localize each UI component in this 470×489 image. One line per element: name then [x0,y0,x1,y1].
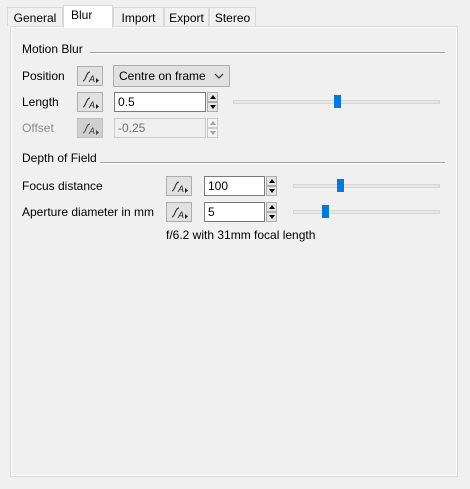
length-spin-up-button[interactable] [207,92,218,102]
svg-text:A: A [88,74,95,84]
length-slider-thumb[interactable] [334,95,341,108]
animation-curve-icon: A [82,123,99,136]
aperture-slider-thumb[interactable] [322,205,329,218]
focus-distance-spin-up-button[interactable] [266,176,277,186]
aperture-spin-up-button[interactable] [266,202,277,212]
tab-general-label: General [13,11,57,25]
offset-spin-down-button [207,128,218,138]
focus-distance-spin-arrows [266,176,277,196]
svg-text:A: A [88,126,95,136]
animation-curve-icon: A [82,71,99,84]
spin-down-arrow-icon [210,105,216,109]
aperture-label: Aperture diameter in mm [22,205,155,219]
focus-distance-label: Focus distance [22,179,103,193]
animation-curve-icon: A [171,181,188,194]
focal-length-info: f/6.2 with 31mm focal length [166,228,316,242]
aperture-spinbox[interactable]: 5 [204,202,277,222]
length-label: Length [22,95,59,109]
offset-label: Offset [22,121,54,135]
offset-spin-up-button [207,118,218,128]
tab-blur-label: Blur [71,8,93,22]
focus-distance-animate-button[interactable]: A [166,176,192,196]
animation-curve-icon: A [82,97,99,110]
aperture-animate-button[interactable]: A [166,202,192,222]
tab-general[interactable]: General [7,7,63,26]
offset-spin-arrows [207,118,218,138]
tab-stereo[interactable]: Stereo [209,7,256,26]
focus-distance-input[interactable]: 100 [204,176,265,196]
spin-down-arrow-icon [210,131,216,135]
tab-blur[interactable]: Blur [63,5,113,28]
spin-up-arrow-icon [269,205,275,209]
length-spin-arrows [207,92,218,112]
position-dropdown-value: Centre on frame [119,69,206,83]
depth-of-field-divider [100,162,445,164]
chevron-down-icon [214,73,224,79]
length-input[interactable]: 0.5 [114,92,206,112]
focus-distance-slider-track [293,184,440,188]
aperture-slider[interactable] [293,202,440,222]
spin-up-arrow-icon [210,121,216,125]
svg-text:A: A [88,100,95,110]
tab-export[interactable]: Export [164,7,209,26]
tab-import[interactable]: Import [113,7,164,26]
focus-distance-slider-thumb[interactable] [337,179,344,192]
position-dropdown[interactable]: Centre on frame [113,65,230,87]
length-spin-down-button[interactable] [207,102,218,112]
animation-curve-icon: A [171,207,188,220]
length-animate-button[interactable]: A [77,92,103,112]
aperture-spin-arrows [266,202,277,222]
offset-spinbox: -0.25 [114,118,218,138]
svg-text:A: A [177,184,184,194]
focus-distance-spinbox[interactable]: 100 [204,176,277,196]
tab-export-label: Export [169,11,204,25]
spin-up-arrow-icon [269,179,275,183]
offset-input: -0.25 [114,118,206,138]
motion-blur-group-title: Motion Blur [22,42,83,56]
depth-of-field-group-title: Depth of Field [22,151,97,165]
aperture-slider-track [293,210,440,214]
aperture-input[interactable]: 5 [204,202,265,222]
length-spinbox[interactable]: 0.5 [114,92,218,112]
spin-up-arrow-icon [210,95,216,99]
svg-text:A: A [177,210,184,220]
spin-down-arrow-icon [269,189,275,193]
length-slider[interactable] [233,92,440,112]
focus-distance-spin-down-button[interactable] [266,186,277,196]
focus-distance-slider[interactable] [293,176,440,196]
motion-blur-divider [90,52,445,54]
offset-animate-button: A [77,118,103,138]
spin-down-arrow-icon [269,215,275,219]
aperture-spin-down-button[interactable] [266,212,277,222]
position-animate-button[interactable]: A [77,66,103,86]
position-label: Position [22,69,65,83]
tab-stereo-label: Stereo [214,11,251,25]
tab-import-label: Import [121,11,156,25]
